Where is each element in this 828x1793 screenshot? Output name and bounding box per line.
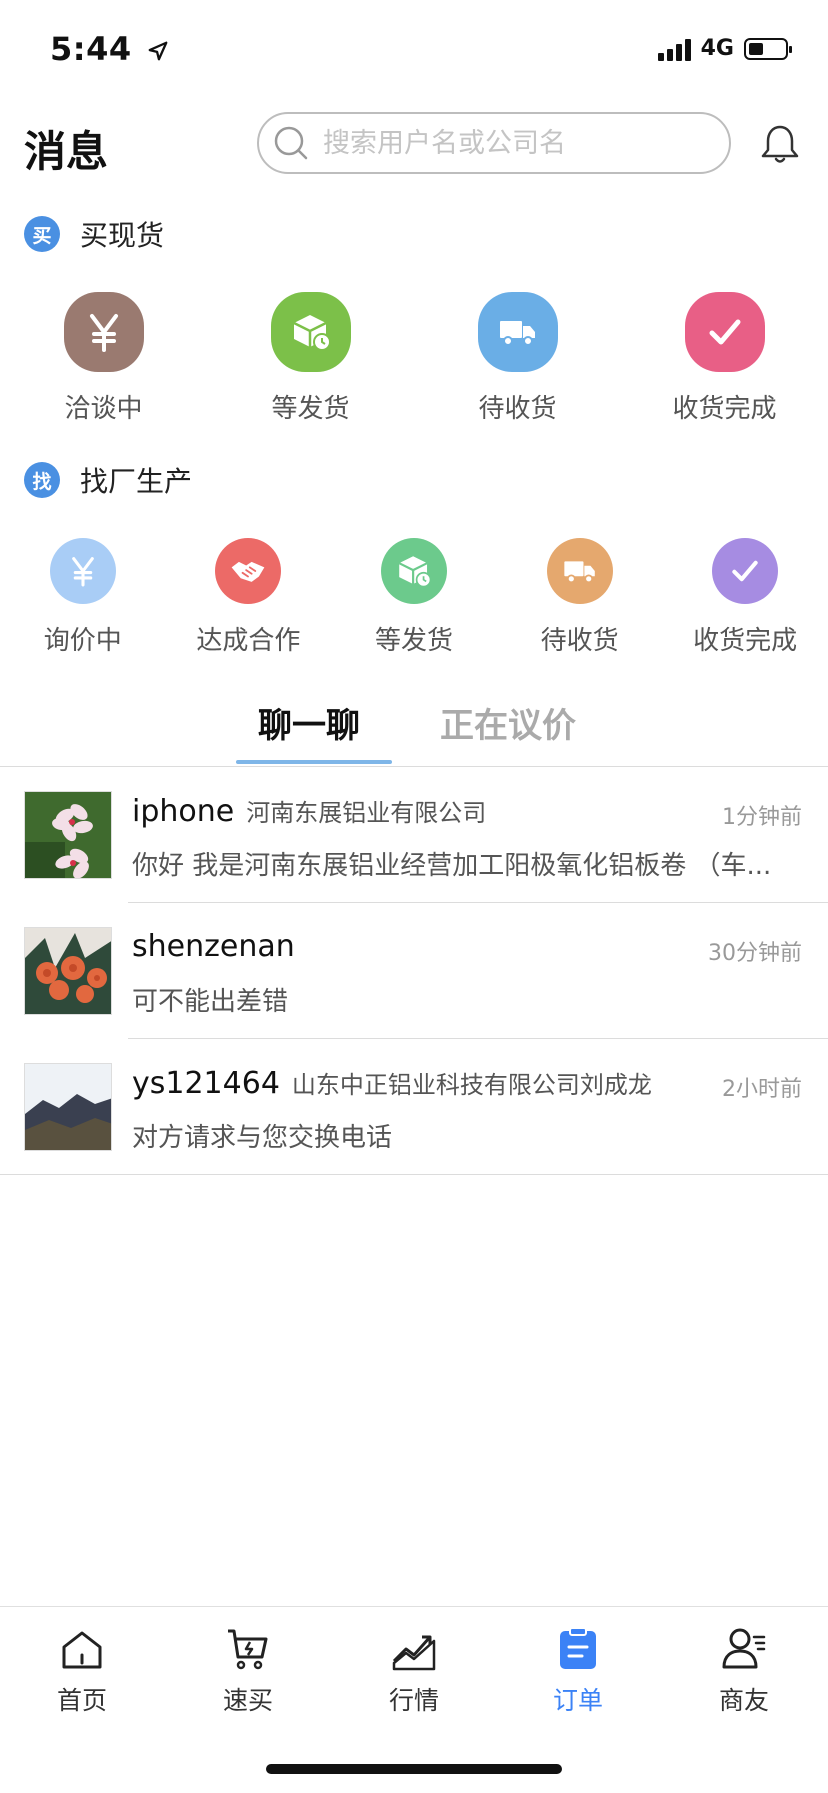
nav-home[interactable]: 首页 <box>22 1625 142 1717</box>
nav-quick-buy[interactable]: 速买 <box>188 1625 308 1717</box>
order-icon <box>560 1627 596 1669</box>
avatar <box>24 1063 112 1151</box>
yen-icon <box>49 538 116 604</box>
chat-time: 30分钟前 <box>708 941 802 966</box>
chart-icon <box>392 1635 436 1671</box>
chat-username: shenzenan <box>132 929 295 964</box>
factory-cooperation[interactable]: 达成合作 <box>166 538 332 657</box>
factory-awaiting-shipment-label: 等发货 <box>374 626 453 656</box>
factory-section-title: 找厂生产 <box>80 465 193 498</box>
factory-cooperation-label: 达成合作 <box>196 626 301 656</box>
chat-row[interactable]: shenzenan 30分钟前 可不能出差错 <box>0 903 828 1039</box>
home-icon <box>62 1631 102 1669</box>
list-bottom-divider <box>0 1174 828 1175</box>
buy-completed[interactable]: 收货完成 <box>621 292 828 425</box>
chat-row[interactable]: ys121464 山东中正铝业科技有限公司刘成龙 2小时前 对方请求与您交换电话 <box>0 1039 828 1175</box>
search-icon <box>274 126 308 160</box>
buy-section-title: 买现货 <box>80 219 165 252</box>
factory-awaiting-shipment[interactable]: 等发货 <box>331 538 497 657</box>
factory-awaiting-receipt[interactable]: 待收货 <box>497 538 663 657</box>
chat-user: iphone 河南东展铝业有限公司 <box>132 793 486 829</box>
search-bar[interactable] <box>257 112 731 174</box>
cart-icon <box>228 1629 268 1670</box>
factory-completed-label: 收货完成 <box>693 626 798 656</box>
buy-badge: 买 <box>24 216 60 252</box>
tab-active-indicator <box>236 760 392 764</box>
checkmark-icon <box>712 538 779 604</box>
nav-friends[interactable]: 商友 <box>684 1625 804 1717</box>
factory-section-header: 找 找厂生产 <box>24 460 192 500</box>
chat-row[interactable]: iphone 河南东展铝业有限公司 1分钟前 你好 我是河南东展铝业经营加工阳极氧… <box>0 767 828 903</box>
chat-username: ys121464 <box>132 1066 280 1101</box>
chat-message: 对方请求与您交换电话 <box>132 1123 393 1153</box>
buy-negotiating[interactable]: 洽谈中 <box>0 292 207 425</box>
avatar <box>24 927 112 1015</box>
battery-icon <box>744 37 792 60</box>
nav-friends-label: 商友 <box>718 1686 769 1715</box>
tab-chat[interactable]: 聊一聊 <box>258 698 360 747</box>
truck-icon <box>477 292 558 372</box>
nav-orders-label: 订单 <box>552 1686 603 1715</box>
network-label: 4G <box>700 36 734 61</box>
page-title: 消息 <box>24 127 109 176</box>
package-clock-icon <box>380 538 447 604</box>
truck-icon <box>546 538 613 604</box>
buy-negotiating-label: 洽谈中 <box>64 394 143 424</box>
factory-inquiring-label: 询价中 <box>43 626 122 656</box>
buy-awaiting-shipment[interactable]: 等发货 <box>207 292 414 425</box>
chat-message: 可不能出差错 <box>132 987 289 1017</box>
buy-shortcuts: 洽谈中 等发货 待收货 收货完成 <box>0 292 828 425</box>
chat-user: ys121464 山东中正铝业科技有限公司刘成龙 <box>132 1065 652 1101</box>
chat-company: 河南东展铝业有限公司 <box>246 799 487 827</box>
chat-user: shenzenan <box>132 929 307 964</box>
clock-text: 5:44 <box>50 30 132 68</box>
factory-badge: 找 <box>24 462 60 498</box>
friends-icon <box>722 1628 766 1669</box>
bell-icon[interactable] <box>758 122 802 166</box>
buy-awaiting-receipt[interactable]: 待收货 <box>414 292 621 425</box>
status-time: 5:44 <box>50 30 169 68</box>
avatar <box>24 791 112 879</box>
nav-market-label: 行情 <box>388 1686 439 1715</box>
checkmark-icon <box>684 292 765 372</box>
nav-orders[interactable]: 订单 <box>518 1625 638 1717</box>
chat-time: 1分钟前 <box>722 805 802 830</box>
search-input[interactable] <box>321 126 705 160</box>
handshake-icon <box>215 538 282 604</box>
package-clock-icon <box>270 292 351 372</box>
buy-section-header: 买 买现货 <box>24 214 164 254</box>
nav-home-label: 首页 <box>56 1686 107 1715</box>
buy-awaiting-receipt-label: 待收货 <box>478 394 557 424</box>
yen-icon <box>63 292 144 372</box>
message-tabs: 聊一聊 正在议价 <box>0 690 828 766</box>
nav-market[interactable]: 行情 <box>354 1625 474 1717</box>
buy-awaiting-shipment-label: 等发货 <box>271 394 350 424</box>
factory-completed[interactable]: 收货完成 <box>662 538 828 657</box>
location-arrow-icon <box>148 41 168 61</box>
factory-shortcuts: 询价中 达成合作 等发货 待收货 收货完成 <box>0 538 828 657</box>
chat-company: 山东中正铝业科技有限公司刘成龙 <box>291 1071 652 1099</box>
factory-awaiting-receipt-label: 待收货 <box>540 626 619 656</box>
factory-inquiring[interactable]: 询价中 <box>0 538 166 657</box>
chat-time: 2小时前 <box>722 1077 802 1102</box>
home-indicator <box>266 1764 562 1774</box>
nav-quick-buy-label: 速买 <box>222 1686 273 1715</box>
signal-icon <box>657 37 691 61</box>
buy-completed-label: 收货完成 <box>672 394 777 424</box>
status-indicators: 4G <box>657 36 792 61</box>
tab-negotiating[interactable]: 正在议价 <box>440 698 576 747</box>
chat-message: 你好 我是河南东展铝业经营加工阳极氧化铝板卷 （车... <box>132 851 772 881</box>
chat-username: iphone <box>132 794 235 829</box>
